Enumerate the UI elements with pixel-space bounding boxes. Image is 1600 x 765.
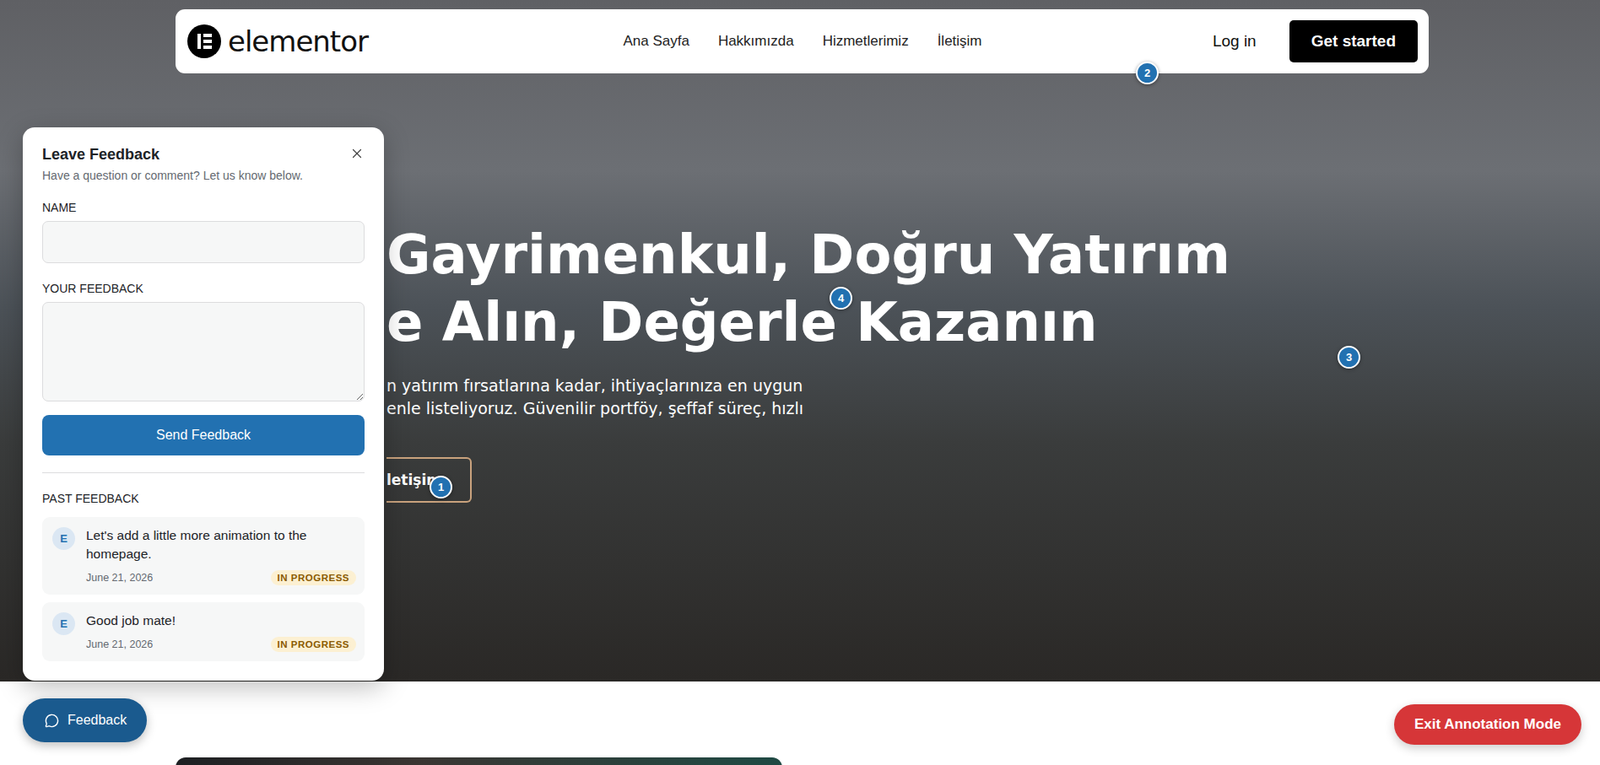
status-badge: IN PROGRESS	[270, 637, 357, 653]
hero-paragraph: n yatırım fırsatlarına kadar, ihtiyaçlar…	[386, 374, 804, 421]
feedback-text: Let's add a little more animation to the…	[86, 526, 357, 564]
annotation-pin[interactable]: 3	[1337, 345, 1361, 369]
feedback-date: June 21, 2026	[86, 638, 153, 651]
feedback-button[interactable]: Feedback	[22, 698, 147, 743]
contact-button[interactable]: letişim	[386, 457, 472, 503]
form-field: YOUR FEEDBACK	[42, 263, 365, 402]
nav-link[interactable]: İletişim	[937, 32, 983, 50]
avatar: E	[52, 612, 76, 636]
content-section	[0, 681, 1600, 765]
feedback-textarea[interactable]	[42, 302, 365, 402]
exit-annotation-button[interactable]: Exit Annotation Mode	[1394, 704, 1582, 746]
field-label: NAME	[42, 200, 365, 215]
nav-link[interactable]: Hizmetlerimiz	[822, 32, 909, 50]
send-feedback-button[interactable]: Send Feedback	[42, 415, 365, 456]
close-button[interactable]	[349, 145, 365, 162]
feedback-item-body: Let's add a little more animation to the…	[86, 526, 357, 586]
feedback-item[interactable]: E Good job mate! June 21, 2026 IN PROGRESS	[42, 602, 365, 662]
nav-link[interactable]: Ana Sayfa	[622, 32, 689, 50]
logo-text: elementor	[227, 24, 368, 59]
name-input[interactable]	[42, 221, 365, 264]
close-icon	[349, 145, 365, 162]
avatar: E	[52, 527, 76, 551]
elementor-logo-icon	[187, 24, 222, 59]
get-started-button[interactable]: Get started	[1289, 20, 1418, 63]
annotation-pin[interactable]: 2	[1135, 61, 1159, 85]
past-feedback-title: PAST FEEDBACK	[42, 491, 365, 506]
feedback-item[interactable]: E Let's add a little more animation to th…	[42, 517, 365, 595]
logo[interactable]: elementor	[187, 24, 623, 59]
panel-header: Leave Feedback	[42, 145, 365, 164]
page: elementor Ana Sayfa Hakkımızda Hizmetlerimi…	[0, 0, 1600, 765]
chat-icon	[44, 713, 60, 729]
form-field: NAME	[42, 182, 365, 264]
feedback-date: June 21, 2026	[86, 572, 153, 584]
feedback-meta: June 21, 2026 IN PROGRESS	[86, 570, 357, 586]
login-link[interactable]: Log in	[1212, 32, 1257, 51]
field-label: YOUR FEEDBACK	[42, 281, 365, 296]
nav-link[interactable]: Hakkımızda	[718, 32, 795, 50]
nav-actions: Log in Get started	[982, 20, 1418, 63]
feedback-text: Good job mate!	[86, 611, 357, 631]
annotation-pin[interactable]: 1	[429, 475, 453, 499]
past-feedback-list: E Let's add a little more animation to th…	[42, 517, 365, 662]
feedback-panel: Leave Feedback Have a question or comment…	[22, 127, 384, 682]
divider	[42, 472, 365, 474]
hero-title: Gayrimenkul, Doğru Yatırıme Alın, Değerl…	[386, 221, 1231, 357]
annotation-pin[interactable]: 4	[829, 286, 853, 310]
panel-title: Leave Feedback	[42, 145, 160, 164]
navbar: elementor Ana Sayfa Hakkımızda Hizmetlerimi…	[175, 9, 1429, 74]
panel-subtitle: Have a question or comment? Let us know …	[42, 168, 365, 183]
feedback-item-body: Good job mate! June 21, 2026 IN PROGRESS	[86, 611, 357, 653]
image-card	[175, 757, 783, 765]
feedback-meta: June 21, 2026 IN PROGRESS	[86, 637, 357, 653]
nav-links: Ana Sayfa Hakkımızda Hizmetlerimiz İletişim	[622, 32, 982, 50]
status-badge: IN PROGRESS	[270, 570, 357, 586]
